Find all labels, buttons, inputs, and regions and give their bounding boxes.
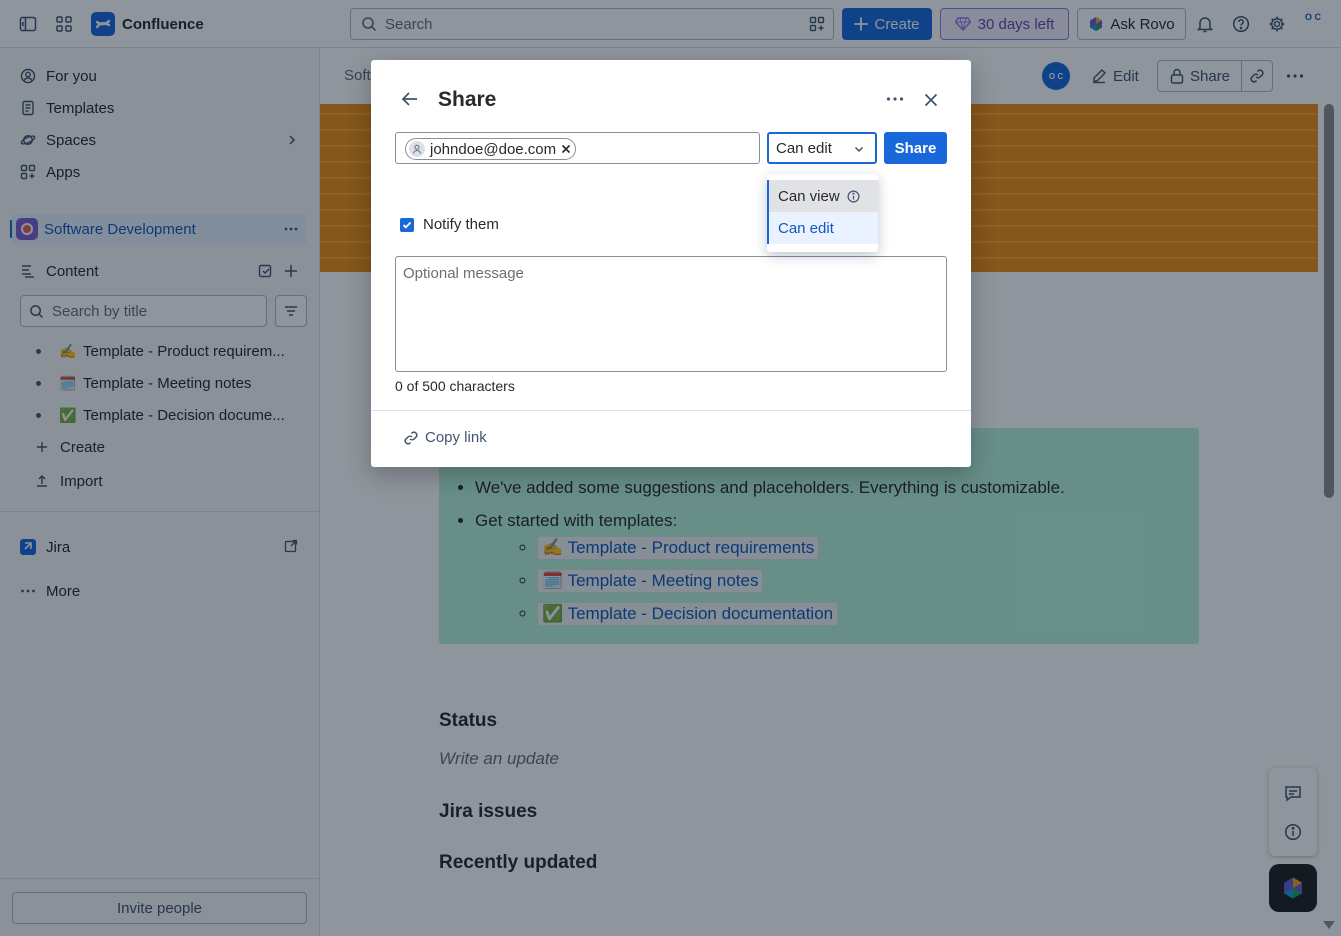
person-icon [409, 141, 425, 157]
share-dialog-title: Share [438, 88, 497, 111]
info-icon[interactable] [847, 190, 860, 203]
checkbox-checked-icon [400, 217, 414, 232]
option-label: Can edit [778, 219, 834, 237]
message-placeholder: Optional message [403, 265, 524, 282]
back-arrow-icon[interactable] [401, 91, 419, 107]
close-icon[interactable] [924, 93, 938, 107]
recipient-tag: johndoe@doe.com [405, 138, 577, 160]
permission-value: Can edit [776, 139, 832, 157]
copy-link-button[interactable]: Copy link [403, 429, 487, 446]
copy-link-label: Copy link [425, 429, 487, 446]
notify-label: Notify them [423, 216, 499, 233]
chevron-down-icon [854, 146, 864, 153]
share-dialog: Share johndoe@doe.com Can edit Share Not… [371, 60, 971, 467]
recipient-email: johndoe@doe.com [430, 140, 557, 158]
recipient-input[interactable]: johndoe@doe.com [395, 132, 760, 164]
character-counter: 0 of 500 characters [395, 378, 515, 394]
optional-message-textarea[interactable]: Optional message [395, 256, 947, 372]
option-can-edit[interactable]: Can edit [767, 212, 878, 244]
dialog-divider [371, 410, 971, 411]
option-can-view[interactable]: Can view [767, 180, 878, 212]
option-label: Can view [778, 187, 840, 205]
permission-dropdown-menu: Can view Can edit [767, 174, 878, 252]
share-submit-button[interactable]: Share [884, 132, 947, 164]
link-icon [404, 430, 418, 445]
more-options-icon[interactable] [886, 92, 904, 106]
permission-select[interactable]: Can edit [767, 132, 877, 164]
notify-them-checkbox[interactable]: Notify them [400, 216, 499, 233]
remove-tag-icon[interactable] [561, 144, 571, 154]
